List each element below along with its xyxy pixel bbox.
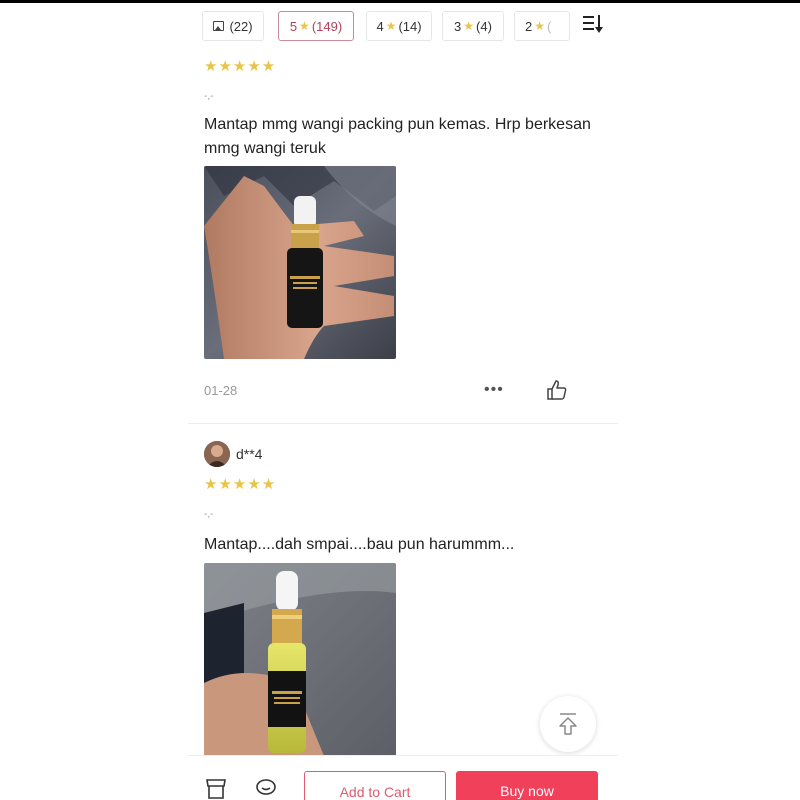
filter-4-star[interactable]: 4 ★ (14) (366, 11, 432, 41)
star-icon: ★ (385, 19, 397, 33)
chat-icon[interactable] (254, 776, 278, 800)
scroll-to-top-button[interactable] (540, 696, 596, 752)
review-divider (188, 423, 618, 424)
reviewer-username: d**4 (236, 446, 263, 462)
review-rating-stars: ★★★★★ (204, 58, 277, 75)
filter-2-star[interactable]: 2 ★ ( (514, 11, 570, 41)
filter-rating: 3 (454, 18, 462, 34)
shop-icon[interactable] (204, 776, 228, 800)
filter-with-media-count: (22) (229, 18, 253, 34)
review-text: Mantap....dah smpai....bau pun harummm..… (204, 536, 515, 553)
filter-count: (14) (398, 18, 422, 34)
review-photo[interactable] (204, 166, 396, 359)
review-list-panel: (22) 5 ★ (149) 4 ★ (14) 3 ★ (4) 2 ★ (★★… (188, 3, 618, 800)
star-icon: ★ (463, 19, 475, 33)
review-photo[interactable] (204, 563, 396, 756)
review-date: 01-28 (204, 383, 238, 398)
like-thumbs-up-icon[interactable] (546, 379, 570, 403)
filter-5-star[interactable]: 5 ★ (149) (278, 11, 354, 41)
image-icon (213, 21, 225, 31)
review-variant: -,- (204, 509, 214, 520)
filter-count: ( (547, 18, 552, 34)
filter-rating: 5 (289, 18, 298, 34)
filter-rating: 2 (525, 18, 533, 34)
star-icon: ★ (534, 19, 545, 33)
filter-with-media[interactable]: (22) (202, 11, 264, 41)
filter-count: (149) (311, 18, 343, 34)
review-text: Mantap mmg wangi packing pun kemas. Hrp … (204, 116, 591, 157)
sort-filter-icon[interactable] (580, 13, 606, 39)
buy-now-button[interactable]: Buy now (456, 771, 598, 800)
filter-3-star[interactable]: 3 ★ (4) (442, 11, 504, 41)
review-variant: -,- (204, 91, 214, 102)
add-to-cart-button[interactable]: Add to Cart (304, 771, 446, 800)
review-rating-stars: ★★★★★ (204, 476, 277, 493)
review-filter-bar: (22) 5 ★ (149) 4 ★ (14) 3 ★ (4) 2 ★ ( (188, 3, 618, 51)
filter-count: (4) (476, 18, 492, 34)
star-icon: ★ (299, 19, 310, 33)
bottom-action-bar: Add to Cart Buy now (188, 755, 618, 800)
avatar (204, 441, 230, 467)
more-options-button[interactable]: ••• (484, 381, 504, 399)
arrow-up-icon (559, 713, 577, 735)
filter-rating: 4 (376, 18, 384, 34)
